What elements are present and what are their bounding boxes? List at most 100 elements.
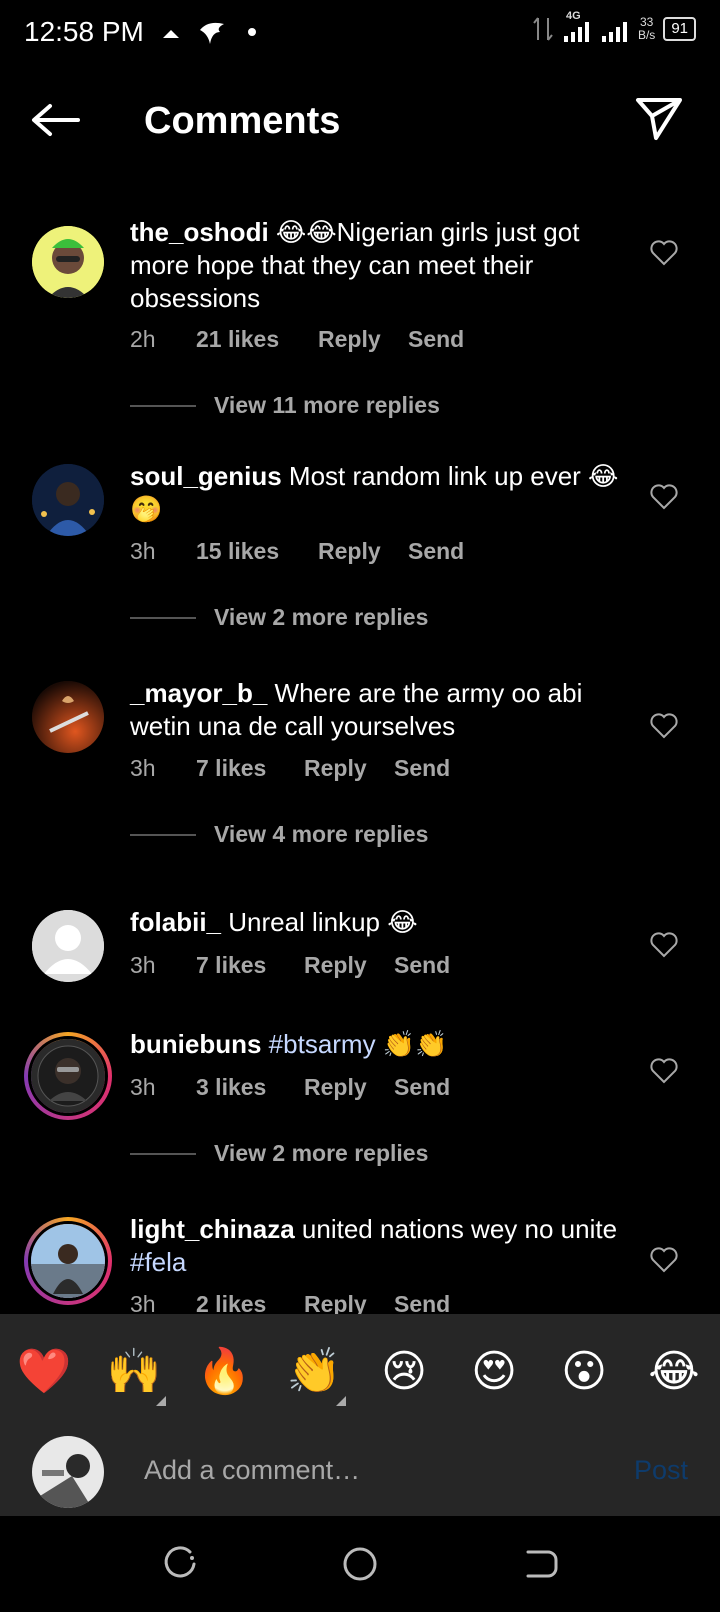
view-replies-button[interactable]: View 11 more replies — [130, 392, 440, 419]
data-transfer-icon — [533, 17, 553, 41]
skin-tone-indicator-icon — [156, 1396, 166, 1406]
likes-count[interactable]: 15 likes — [196, 538, 318, 565]
comment-input[interactable]: Add a comment… — [144, 1446, 574, 1494]
home-icon[interactable] — [340, 1544, 380, 1584]
comment-username[interactable]: buniebuns — [130, 1029, 261, 1059]
reply-button[interactable]: Reply — [318, 326, 408, 353]
reply-button[interactable]: Reply — [304, 1074, 394, 1101]
comment-username[interactable]: folabii_ — [130, 907, 221, 937]
divider-line — [130, 833, 196, 836]
likes-count[interactable]: 3 likes — [196, 1074, 304, 1101]
signal-4g-icon: 4G — [562, 10, 592, 44]
reply-button[interactable]: Reply — [304, 755, 394, 782]
view-replies-button[interactable]: View 2 more replies — [130, 604, 428, 631]
comment-text: the_oshodi 😂😂Nigerian girls just got mor… — [130, 217, 580, 313]
avatar-story-ring[interactable] — [24, 1032, 112, 1120]
emoji-red-heart[interactable]: ❤️ — [14, 1344, 74, 1400]
send-button[interactable]: Send — [408, 326, 464, 353]
divider-line — [130, 616, 196, 619]
avatar-cartoon-image — [32, 226, 104, 298]
emoji-surprised-face[interactable]: 😮 — [554, 1344, 614, 1400]
comment-meta: 3h 7 likes Reply Send — [130, 952, 450, 979]
send-button[interactable]: Send — [394, 1074, 450, 1101]
comment-meta: 2h 21 likes Reply Send — [130, 326, 464, 353]
comment-meta: 3h 3 likes Reply Send — [130, 1074, 450, 1101]
hashtag-link[interactable]: #btsarmy — [269, 1029, 376, 1059]
comment-time: 3h — [130, 755, 156, 781]
heart-icon[interactable] — [650, 1247, 678, 1273]
comment-username[interactable]: light_chinaza — [130, 1214, 295, 1244]
default-avatar-icon — [32, 910, 104, 982]
emoji-tears-of-joy[interactable]: 😂 — [644, 1344, 704, 1400]
reply-button[interactable]: Reply — [304, 952, 394, 979]
emoji-raising-hands[interactable]: 🙌 — [104, 1344, 166, 1406]
avatar-story-ring[interactable] — [24, 1217, 112, 1305]
send-button[interactable]: Send — [394, 755, 450, 782]
emoji-crying-face[interactable]: 😢 — [374, 1344, 434, 1400]
emoji-heart-eyes[interactable]: 😍 — [464, 1344, 524, 1400]
comment-username[interactable]: the_oshodi — [130, 217, 269, 247]
avatar — [28, 1036, 108, 1116]
comments-header: Comments — [0, 80, 720, 160]
heart-icon[interactable] — [650, 932, 678, 958]
avatar[interactable] — [32, 226, 104, 298]
heart-icon[interactable] — [650, 1058, 678, 1084]
emoji-quick-bar: ❤️ 🙌 🔥 👏 😢 😍 😮 😂 — [0, 1314, 720, 1426]
avatar-logo-image — [32, 681, 104, 753]
signal-bars-icon — [601, 22, 627, 42]
avatar-photo-image — [31, 1039, 105, 1113]
avatar-photo-image — [32, 464, 104, 536]
emoji-fire[interactable]: 🔥 — [194, 1344, 254, 1400]
hashtag-link[interactable]: #fela — [130, 1247, 186, 1277]
skin-tone-indicator-icon — [336, 1396, 346, 1406]
back-arrow-icon — [32, 104, 80, 136]
comment-composer: Add a comment… Post — [0, 1426, 720, 1516]
comment-text: buniebuns #btsarmy 👏👏 — [130, 1029, 448, 1059]
avatar-photo-image — [31, 1224, 105, 1298]
back-nav-icon[interactable] — [520, 1544, 560, 1584]
likes-count[interactable]: 21 likes — [196, 326, 318, 353]
post-button[interactable]: Post — [634, 1446, 688, 1494]
recent-apps-icon[interactable] — [160, 1544, 200, 1584]
comment-text: folabii_ Unreal linkup 😂 — [130, 907, 418, 937]
nav-arrow-icon — [163, 30, 179, 38]
current-user-avatar — [32, 1436, 104, 1508]
system-navigation-bar — [0, 1516, 720, 1612]
likes-count[interactable]: 7 likes — [196, 952, 304, 979]
likes-count[interactable]: 7 likes — [196, 755, 304, 782]
heart-icon[interactable] — [650, 484, 678, 510]
avatar[interactable] — [32, 910, 104, 982]
send-button[interactable]: Send — [408, 538, 464, 565]
avatar-photo-image — [32, 1436, 104, 1508]
notification-dot-icon — [248, 28, 256, 36]
divider-line — [130, 404, 196, 407]
status-right-cluster: 4G 33 B/s 91 — [532, 10, 696, 44]
status-time: 12:58 PM — [24, 16, 144, 47]
share-button[interactable] — [634, 96, 684, 142]
view-replies-button[interactable]: View 2 more replies — [130, 1140, 428, 1167]
back-button[interactable] — [28, 98, 84, 142]
bird-app-icon — [200, 22, 224, 44]
comment-time: 2h — [130, 326, 156, 352]
avatar — [28, 1221, 108, 1301]
send-button[interactable]: Send — [394, 952, 450, 979]
divider-line — [130, 1152, 196, 1155]
heart-icon[interactable] — [650, 713, 678, 739]
comment-text: soul_genius Most random link up ever 😂🤭 — [130, 461, 619, 524]
battery-indicator: 91 — [663, 17, 696, 41]
comment-time: 3h — [130, 1074, 156, 1100]
status-bar: 12:58 PM 4G 33 B/s 91 — [0, 0, 720, 66]
avatar[interactable] — [32, 681, 104, 753]
avatar[interactable] — [32, 464, 104, 536]
comment-text: _mayor_b_ Where are the army oo abi weti… — [130, 678, 583, 741]
view-replies-button[interactable]: View 4 more replies — [130, 821, 428, 848]
comment-time: 3h — [130, 538, 156, 564]
network-speed: 33 B/s — [637, 15, 656, 42]
comment-text: light_chinaza united nations wey no unit… — [130, 1214, 618, 1277]
comment-username[interactable]: _mayor_b_ — [130, 678, 267, 708]
send-paper-plane-icon — [636, 98, 682, 140]
reply-button[interactable]: Reply — [318, 538, 408, 565]
heart-icon[interactable] — [650, 240, 678, 266]
emoji-clapping-hands[interactable]: 👏 — [284, 1344, 346, 1406]
comment-username[interactable]: soul_genius — [130, 461, 282, 491]
